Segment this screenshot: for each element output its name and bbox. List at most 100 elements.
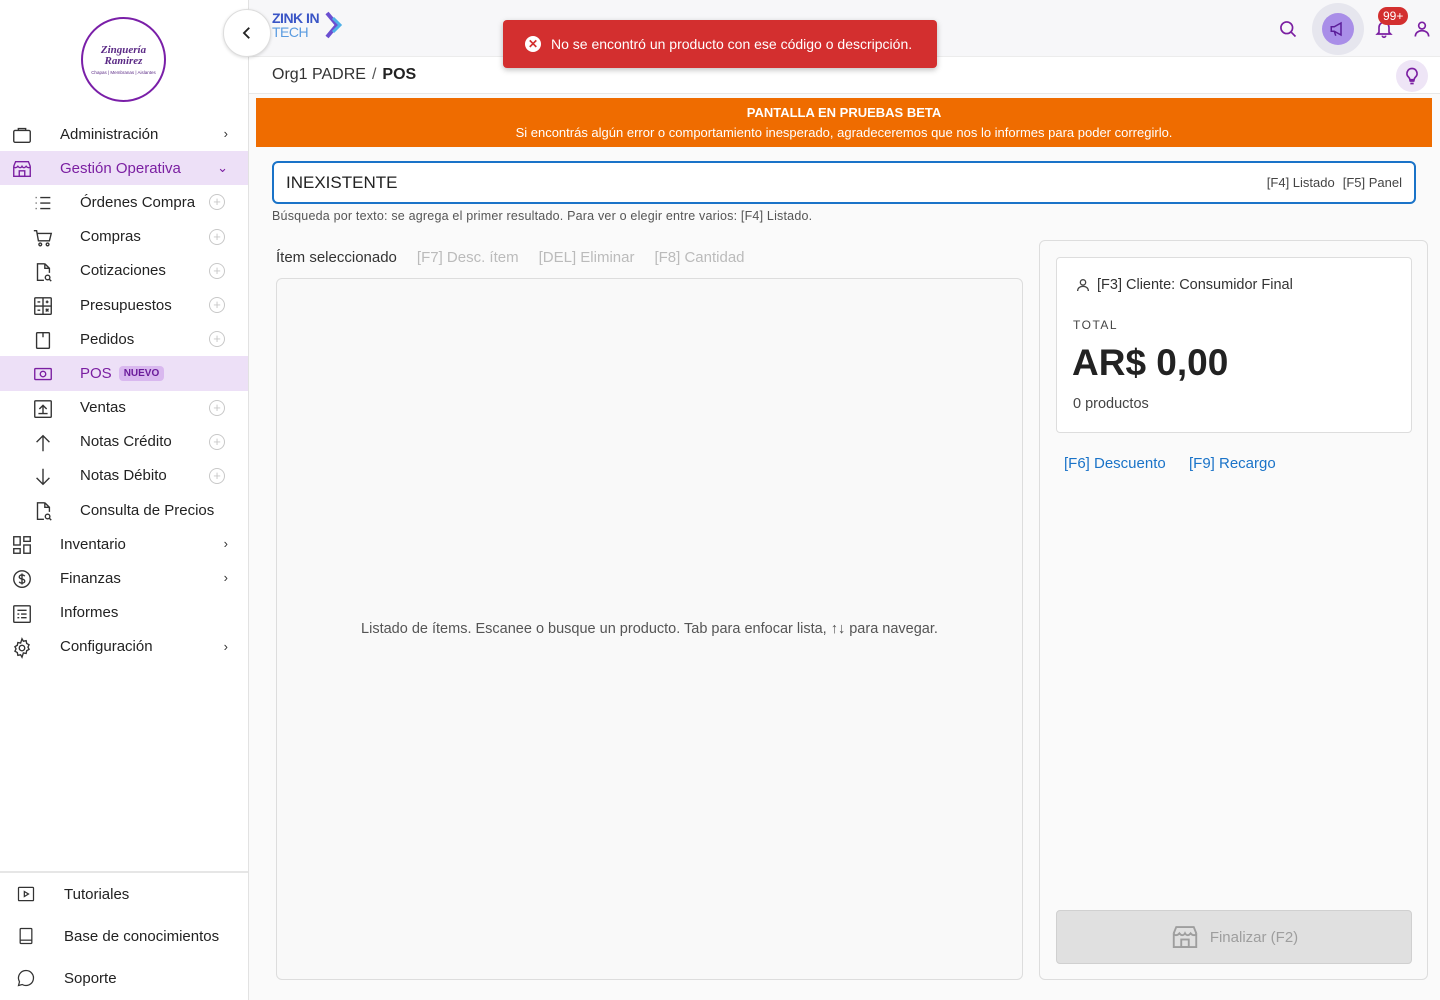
chevron-right-icon: › <box>223 570 228 586</box>
logo-title-2: Ramirez <box>104 54 143 67</box>
sidebar-item-label: Ventas <box>80 399 126 417</box>
chevron-right-icon: › <box>223 536 228 552</box>
sidebar-item-label: Configuración <box>60 638 153 656</box>
sidebar-item-ordenes-compra[interactable]: Órdenes Compra + <box>0 185 248 219</box>
user-menu-button[interactable] <box>1410 17 1434 41</box>
client-selector[interactable]: [F3] Cliente: Consumidor Final <box>1075 277 1293 293</box>
video-icon <box>17 886 35 902</box>
shortcut-listado[interactable]: [F4] Listado <box>1267 175 1335 190</box>
brand-mark-icon <box>325 11 343 39</box>
sidebar-item-administracion[interactable]: Administración › <box>0 117 248 151</box>
add-icon[interactable]: + <box>209 296 225 313</box>
search-icon <box>1280 20 1297 37</box>
add-icon[interactable]: + <box>209 399 225 416</box>
sidebar-item-pedidos[interactable]: Pedidos + <box>0 322 248 356</box>
items-list[interactable]: Listado de ítems. Escanee o busque un pr… <box>276 278 1023 980</box>
brand-logo[interactable]: ZINK IN TECH <box>272 10 347 40</box>
sidebar-item-configuracion[interactable]: Configuración › <box>0 630 248 664</box>
sidebar-item-pos[interactable]: POS NUEVO <box>0 356 248 391</box>
tab-desc-item[interactable]: [F7] Desc. ítem <box>417 249 519 266</box>
gear-icon <box>14 636 30 659</box>
item-actions-tabs: Ítem seleccionado [F7] Desc. ítem [DEL] … <box>276 249 765 266</box>
sidebar: Zinguería Ramirez Chapas | Membranas | A… <box>0 0 249 1000</box>
tab-cantidad[interactable]: [F8] Cantidad <box>654 249 744 266</box>
sidebar-item-inventario[interactable]: Inventario › <box>0 527 248 561</box>
shortcut-panel[interactable]: [F5] Panel <box>1343 175 1402 190</box>
brand-line-2: TECH <box>272 24 309 40</box>
tab-item-seleccionado[interactable]: Ítem seleccionado <box>276 249 397 266</box>
sidebar-item-label: Gestión Operativa <box>60 159 181 177</box>
error-icon: ✕ <box>525 36 541 52</box>
sidebar-item-label: Base de conocimientos <box>64 927 220 945</box>
total-label: TOTAL <box>1073 318 1119 332</box>
sidebar-item-presupuestos[interactable]: Presupuestos + <box>0 288 248 322</box>
sidebar-item-label: Órdenes Compra <box>80 193 196 211</box>
breadcrumb-org[interactable]: Org1 PADRE <box>272 66 366 83</box>
brand-line-1: ZINK IN <box>272 10 320 26</box>
items-empty-message: Listado de ítems. Escanee o busque un pr… <box>361 621 938 637</box>
notification-count-badge: 99+ <box>1378 7 1409 25</box>
breadcrumb-current: POS <box>382 66 417 83</box>
tab-eliminar[interactable]: [DEL] Eliminar <box>539 249 635 266</box>
store-icon <box>13 161 31 178</box>
sidebar-item-label: Presupuestos <box>80 296 172 314</box>
document-search-icon <box>36 502 52 521</box>
sidebar-item-gestion-operativa[interactable]: Gestión Operativa ⌄ <box>0 151 248 186</box>
briefcase-icon <box>13 127 31 144</box>
sidebar-item-consulta-precios[interactable]: Consulta de Precios <box>0 493 248 527</box>
beta-banner: PANTALLA EN PRUEBAS BETA Si encontrás al… <box>256 98 1432 147</box>
document-search-icon <box>36 262 52 282</box>
collapse-sidebar-button[interactable] <box>223 9 271 57</box>
announcements-button[interactable] <box>1312 2 1364 55</box>
grid-icon <box>13 536 31 555</box>
chevron-down-icon: ⌄ <box>217 160 228 176</box>
tips-button[interactable] <box>1396 60 1428 92</box>
product-search-input[interactable] <box>286 171 1186 195</box>
sidebar-nav: Administración › Gestión Operativa ⌄ Órd… <box>0 117 248 664</box>
header-actions <box>1276 0 1440 57</box>
sidebar-item-tutoriales[interactable]: Tutoriales <box>0 873 248 915</box>
megaphone-circle <box>1322 12 1354 45</box>
add-icon[interactable]: + <box>209 262 225 279</box>
sidebar-item-label: Finanzas <box>60 570 121 588</box>
lightbulb-icon <box>1406 67 1418 85</box>
sidebar-item-label: Pedidos <box>80 330 135 348</box>
add-icon[interactable]: + <box>209 467 225 484</box>
list-icon <box>35 197 51 210</box>
chevron-left-icon <box>242 27 250 39</box>
sidebar-item-label: Notas Débito <box>80 467 167 485</box>
error-toast[interactable]: ✕ No se encontró un producto con ese cód… <box>503 20 937 68</box>
beta-title: PANTALLA EN PRUEBAS BETA <box>746 105 942 120</box>
search-button[interactable] <box>1276 17 1300 41</box>
cash-icon <box>34 368 52 381</box>
add-icon[interactable]: + <box>209 194 225 211</box>
finalize-button[interactable]: Finalizar (F2) <box>1056 910 1412 964</box>
clipboard-icon <box>35 332 51 350</box>
add-icon[interactable]: + <box>209 433 225 450</box>
sidebar-item-notas-debito[interactable]: Notas Débito + <box>0 459 248 493</box>
megaphone-icon <box>1330 21 1342 36</box>
sidebar-item-ventas[interactable]: Ventas + <box>0 391 248 425</box>
product-search-box: [F4] Listado [F5] Panel <box>272 161 1416 204</box>
search-hint: Búsqueda por texto: se agrega el primer … <box>272 209 813 223</box>
sidebar-item-soporte[interactable]: Soporte <box>0 957 248 999</box>
sidebar-item-compras[interactable]: Compras + <box>0 220 248 254</box>
add-icon[interactable]: + <box>209 228 225 245</box>
total-amount: AR$ 0,00 <box>1072 342 1229 383</box>
brand-text: ZINK IN TECH <box>272 10 320 40</box>
upload-box-icon <box>34 399 52 418</box>
sidebar-item-base-conocimientos[interactable]: Base de conocimientos <box>0 915 248 957</box>
sidebar-item-informes[interactable]: Informes <box>0 596 248 630</box>
discount-button[interactable]: [F6] Descuento <box>1064 455 1166 472</box>
company-logo[interactable]: Zinguería Ramirez Chapas | Membranas | A… <box>81 17 166 102</box>
finalize-label: Finalizar (F2) <box>1209 928 1299 946</box>
surcharge-button[interactable]: [F9] Recargo <box>1189 455 1276 472</box>
chevron-right-icon: › <box>223 638 228 654</box>
sidebar-item-label: Consulta de Precios <box>80 501 215 519</box>
sidebar-item-cotizaciones[interactable]: Cotizaciones + <box>0 254 248 288</box>
sidebar-item-finanzas[interactable]: Finanzas › <box>0 561 248 595</box>
sidebar-item-label: POS <box>80 364 112 382</box>
add-icon[interactable]: + <box>209 331 225 348</box>
logo-subtitle: Chapas | Membranas | Aislantes <box>91 69 156 75</box>
sidebar-item-notas-credito[interactable]: Notas Crédito + <box>0 425 248 459</box>
